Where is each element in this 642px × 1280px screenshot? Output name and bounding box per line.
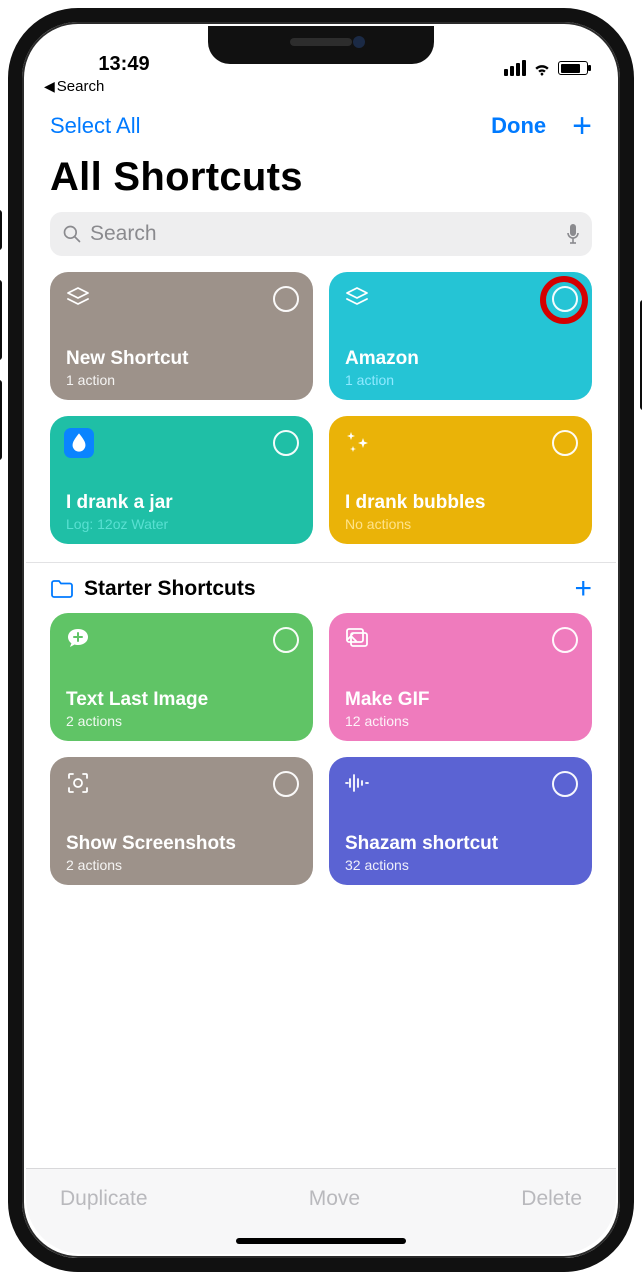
- card-subtitle: Log: 12oz Water: [66, 516, 297, 532]
- waveform-icon: [343, 769, 371, 797]
- selection-circle[interactable]: [552, 627, 578, 653]
- wifi-icon: [532, 61, 552, 76]
- status-time: 13:49: [64, 53, 184, 76]
- folder-icon: [50, 579, 74, 599]
- battery-icon: [558, 61, 588, 75]
- selection-circle[interactable]: [273, 430, 299, 456]
- card-subtitle: 1 action: [345, 372, 576, 388]
- selection-circle[interactable]: [273, 627, 299, 653]
- card-subtitle: 2 actions: [66, 857, 297, 873]
- card-subtitle: 32 actions: [345, 857, 576, 873]
- card-subtitle: 1 action: [66, 372, 297, 388]
- cellular-icon: [504, 60, 526, 76]
- back-label: Search: [57, 78, 105, 95]
- card-title: I drank a jar: [66, 492, 297, 514]
- water-app-icon: [64, 428, 94, 458]
- chat-plus-icon: [64, 625, 92, 653]
- selection-circle[interactable]: [273, 286, 299, 312]
- add-starter-shortcut-button[interactable]: +: [574, 579, 592, 599]
- starter-section-label: Starter Shortcuts: [84, 577, 256, 601]
- gallery-icon: [343, 625, 371, 653]
- shortcut-card[interactable]: I drank bubbles No actions: [329, 416, 592, 544]
- back-to-app[interactable]: ◀ Search: [26, 78, 616, 95]
- move-button[interactable]: Move: [309, 1187, 360, 1211]
- card-subtitle: 2 actions: [66, 713, 297, 729]
- layers-icon: [64, 284, 92, 312]
- card-title: Make GIF: [345, 689, 576, 711]
- sparkles-icon: [343, 428, 371, 456]
- card-title: Amazon: [345, 348, 576, 370]
- card-title: New Shortcut: [66, 348, 297, 370]
- done-button[interactable]: Done: [491, 113, 546, 139]
- search-icon: [62, 224, 82, 244]
- selection-circle[interactable]: [552, 430, 578, 456]
- page-title: All Shortcuts: [26, 149, 616, 212]
- card-subtitle: 12 actions: [345, 713, 576, 729]
- selection-circle[interactable]: [552, 286, 578, 312]
- starter-shortcut-card[interactable]: Shazam shortcut 32 actions: [329, 757, 592, 885]
- card-title: I drank bubbles: [345, 492, 576, 514]
- chevron-left-icon: ◀: [44, 78, 55, 95]
- layers-icon: [343, 284, 371, 312]
- shortcut-card[interactable]: Amazon 1 action: [329, 272, 592, 400]
- shortcut-card[interactable]: New Shortcut 1 action: [50, 272, 313, 400]
- search-input[interactable]: [90, 222, 558, 246]
- dictate-icon[interactable]: [566, 223, 580, 245]
- delete-button[interactable]: Delete: [521, 1187, 582, 1211]
- shortcut-card[interactable]: I drank a jar Log: 12oz Water: [50, 416, 313, 544]
- home-indicator: [236, 1238, 406, 1244]
- starter-shortcut-card[interactable]: Make GIF 12 actions: [329, 613, 592, 741]
- add-shortcut-button[interactable]: +: [572, 116, 592, 136]
- starter-shortcut-card[interactable]: Show Screenshots 2 actions: [50, 757, 313, 885]
- search-field[interactable]: [50, 212, 592, 256]
- viewfinder-icon: [64, 769, 92, 797]
- card-title: Show Screenshots: [66, 833, 297, 855]
- select-all-button[interactable]: Select All: [50, 113, 141, 139]
- starter-shortcut-card[interactable]: Text Last Image 2 actions: [50, 613, 313, 741]
- device-notch: [208, 26, 434, 64]
- card-subtitle: No actions: [345, 516, 576, 532]
- card-title: Shazam shortcut: [345, 833, 576, 855]
- selection-circle[interactable]: [552, 771, 578, 797]
- card-title: Text Last Image: [66, 689, 297, 711]
- selection-circle[interactable]: [273, 771, 299, 797]
- duplicate-button[interactable]: Duplicate: [60, 1187, 148, 1211]
